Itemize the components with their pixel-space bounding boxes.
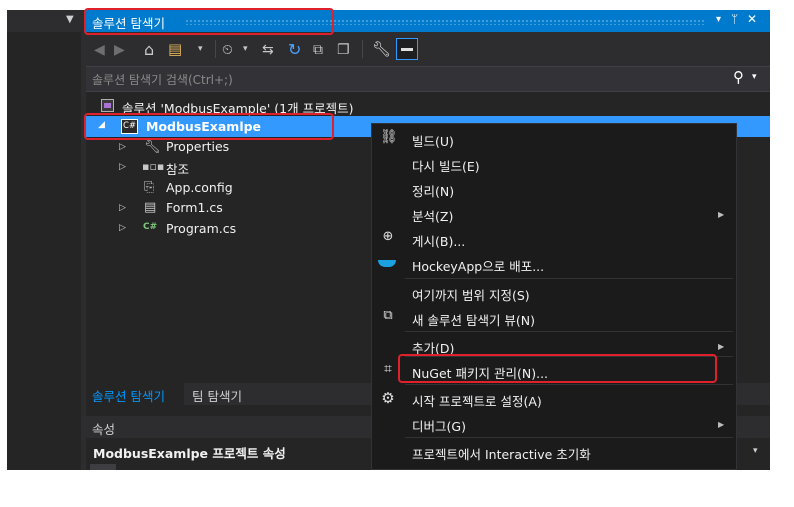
csharp-file-icon: C# [143, 222, 158, 232]
toolbar-separator [215, 40, 216, 58]
left-panel [7, 10, 87, 470]
expand-arrow-icon[interactable]: ▷ [119, 203, 126, 213]
properties-icon[interactable]: 🔧︎ [372, 40, 391, 58]
search-options-dropdown-icon[interactable]: ▾ [752, 72, 757, 82]
collapse-all-icon[interactable]: ⧉ [313, 42, 323, 58]
submenu-arrow-icon: ▶ [718, 420, 725, 429]
build-icon: ⛓ [380, 129, 398, 145]
close-icon[interactable]: ✕ [747, 12, 757, 26]
window-position-dropdown-icon[interactable]: ▾ [716, 14, 721, 25]
new-view-icon: ⧉ [383, 308, 393, 323]
switch-views-icon[interactable]: ▤ [168, 40, 182, 58]
tree-item-program[interactable]: Program.cs [166, 221, 236, 236]
expand-arrow-icon[interactable]: ▷ [119, 142, 126, 152]
menu-separator [405, 331, 733, 332]
highlight-box-project [84, 113, 334, 140]
solution-explorer-toolbar [86, 32, 770, 66]
menu-item-initialize-interactive[interactable]: 프로젝트에서 Interactive 초기화 [412, 444, 591, 463]
menu-item-hockeyapp[interactable]: HockeyApp으로 배포... [412, 256, 544, 275]
publish-globe-icon: ⊕ [382, 229, 394, 244]
tree-item-properties[interactable]: Properties [166, 139, 229, 154]
tree-item-form1[interactable]: Form1.cs [166, 200, 223, 215]
sync-icon[interactable]: ⇆ [262, 42, 274, 58]
show-all-files-icon[interactable]: ❐ [337, 42, 350, 58]
pending-changes-dropdown-icon[interactable]: ▾ [243, 44, 248, 54]
tab-team-explorer[interactable]: 팀 탐색기 [192, 386, 242, 405]
expand-arrow-icon[interactable]: ▷ [119, 223, 126, 233]
menu-item-build[interactable]: 빌드(U) [412, 131, 454, 150]
menu-separator [405, 278, 733, 279]
menu-item-scope-to-this[interactable]: 여기까지 범위 지정(S) [412, 285, 530, 304]
pin-icon[interactable]: ᛘ [731, 12, 738, 26]
submenu-arrow-icon: ▶ [718, 342, 725, 351]
menu-item-set-startup[interactable]: 시작 프로젝트로 설정(A) [412, 391, 542, 410]
preview-selected-items-button[interactable] [396, 38, 418, 60]
highlight-box-title [84, 8, 334, 35]
switch-views-dropdown-icon[interactable]: ▾ [198, 44, 203, 54]
wrench-icon: 🔧︎ [144, 140, 161, 155]
pending-changes-icon[interactable]: ⏲ [222, 42, 233, 58]
menu-item-publish[interactable]: 게시(B)... [412, 231, 465, 250]
expand-arrow-icon[interactable]: ▷ [119, 162, 126, 172]
highlight-box-nuget [398, 354, 717, 383]
gear-icon: ⚙ [381, 389, 395, 407]
menu-item-debug[interactable]: 디버그(G) [412, 416, 466, 435]
left-panel-dropdown-icon[interactable]: ▼ [66, 14, 74, 25]
refresh-icon[interactable]: ↻ [288, 40, 301, 59]
properties-panel-title: 속성 [92, 422, 116, 437]
form-icon: ▤ [144, 200, 157, 215]
forward-icon[interactable]: ▶ [114, 42, 125, 58]
solution-icon [101, 99, 114, 112]
tree-item-app-config[interactable]: App.config [166, 180, 233, 195]
references-icon: ▪▫▪ [142, 160, 165, 173]
properties-object-label: ModbusExamlpe 프로젝트 속성 [93, 443, 286, 462]
menu-separator [405, 437, 733, 438]
toolbar-separator [362, 40, 363, 58]
menu-item-rebuild[interactable]: 다시 빌드(E) [412, 156, 480, 175]
menu-item-clean[interactable]: 정리(N) [412, 181, 454, 200]
menu-item-analyze[interactable]: 분석(Z) [412, 206, 453, 225]
properties-object-name: ModbusExamlpe 프로젝트 속성 [93, 446, 286, 461]
search-icon[interactable]: ⚲ [733, 68, 744, 86]
tree-item-references[interactable]: 참조 [166, 159, 189, 178]
menu-separator [405, 384, 733, 385]
properties-dropdown-icon[interactable]: ▾ [753, 446, 758, 456]
submenu-arrow-icon: ▶ [718, 210, 725, 219]
nuget-package-icon: ⌗ [384, 361, 392, 377]
menu-item-new-explorer-view[interactable]: 새 솔루션 탐색기 뷰(N) [412, 310, 535, 329]
config-file-icon: ⎘ [144, 180, 155, 195]
search-placeholder: 솔루션 탐색기 검색(Ctrl+;) [92, 73, 233, 87]
tab-solution-explorer-label: 솔루션 탐색기 [92, 389, 165, 404]
properties-toolbar [90, 464, 116, 470]
home-icon[interactable]: ⌂ [144, 40, 154, 59]
back-icon[interactable]: ◀ [94, 42, 105, 58]
preview-icon [401, 48, 413, 51]
left-panel-header [7, 10, 87, 32]
